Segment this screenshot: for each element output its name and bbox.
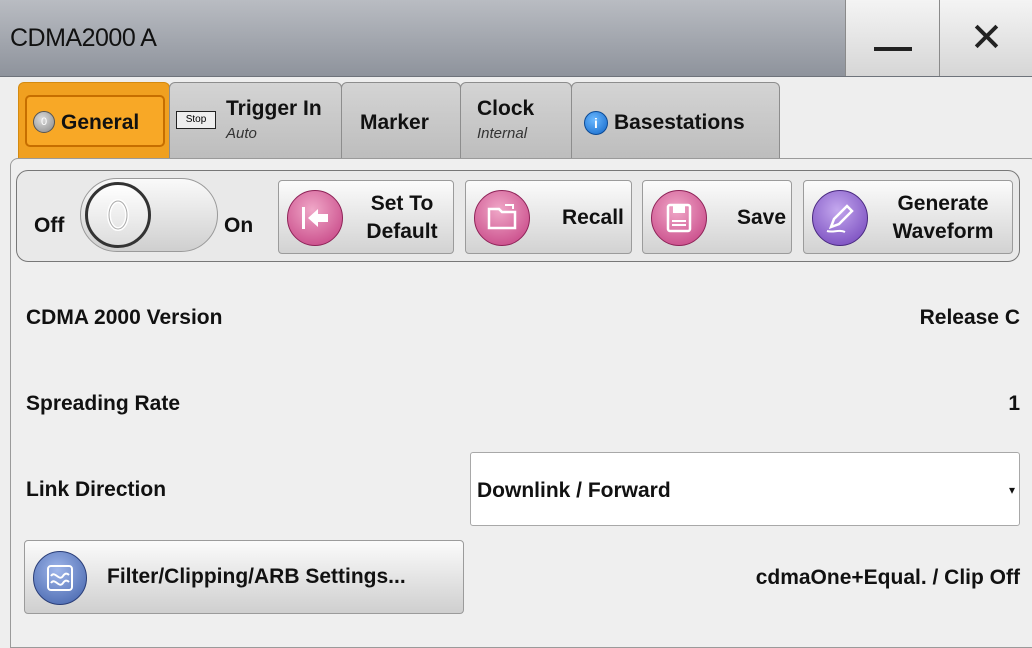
tab-general-label: General (61, 111, 140, 134)
on-label: On (224, 214, 254, 237)
filter-clipping-arb-button[interactable]: Filter/Clipping/ARB Settings... (24, 540, 464, 614)
recall-label: Recall (562, 206, 624, 229)
tab-trigger-in-label: Trigger In (226, 97, 322, 120)
recall-button[interactable]: Recall (465, 180, 632, 254)
save-label: Save (737, 206, 787, 229)
dropdown-arrow-icon: ▾ (1008, 483, 1015, 497)
tab-marker-label: Marker (360, 111, 429, 134)
tab-basestations-label: Basestations (614, 111, 745, 134)
generate-line2: Waveform (892, 220, 994, 243)
tab-clock-sub: Internal (477, 125, 528, 142)
link-direction-select[interactable]: Downlink / Forward ▾ (470, 452, 1020, 526)
status-off-icon: 0 (33, 111, 55, 133)
set-default-icon-bg (287, 190, 343, 246)
close-icon: ✕ (969, 16, 1004, 60)
spreading-rate-label: Spreading Rate (26, 392, 181, 415)
tab-clock-label: Clock (477, 97, 535, 120)
generate-waveform-button[interactable]: Generate Waveform (803, 180, 1013, 254)
pen-icon (826, 204, 854, 233)
filter-icon (47, 565, 73, 591)
filter-summary-value: cdmaOne+Equal. / Clip Off (755, 566, 1020, 589)
tab-trigger-in-sub: Auto (226, 125, 257, 142)
version-label: CDMA 2000 Version (26, 306, 223, 329)
version-value[interactable]: Release C (920, 306, 1020, 330)
state-toggle[interactable] (80, 178, 218, 252)
generate-icon-bg (812, 190, 868, 246)
link-direction-label: Link Direction (26, 478, 167, 501)
set-default-line2: Default (366, 220, 438, 243)
stop-icon: Stop (176, 111, 216, 129)
toggle-knob[interactable] (85, 182, 151, 248)
generate-line1: Generate (897, 192, 989, 215)
set-default-icon (302, 207, 328, 229)
tab-basestations[interactable]: i Basestations (571, 82, 780, 158)
off-label: Off (34, 214, 65, 237)
save-icon-bg (651, 190, 707, 246)
set-to-default-button[interactable]: Set To Default (278, 180, 454, 254)
minimize-icon (873, 47, 912, 51)
off-state-icon (107, 199, 129, 231)
folder-open-icon (487, 204, 517, 230)
set-default-line1: Set To (370, 192, 434, 215)
save-icon (666, 203, 692, 233)
window-title: CDMA2000 A (10, 24, 157, 52)
window-titlebar: CDMA2000 A ✕ (0, 0, 1032, 77)
tab-marker[interactable]: Marker (341, 82, 461, 158)
filter-icon-bg (33, 551, 87, 605)
tab-general[interactable]: 0 General (18, 82, 170, 158)
link-direction-value: Downlink / Forward (477, 479, 671, 502)
tab-clock[interactable]: Clock Internal (460, 82, 572, 158)
minimize-button[interactable] (845, 0, 939, 76)
tab-trigger-in[interactable]: Stop Trigger In Auto (169, 82, 342, 158)
save-button[interactable]: Save (642, 180, 792, 254)
close-button[interactable]: ✕ (939, 0, 1032, 76)
filter-button-label: Filter/Clipping/ARB Settings... (107, 565, 406, 588)
info-icon: i (584, 111, 608, 135)
recall-icon-bg (474, 190, 530, 246)
spreading-rate-value[interactable]: 1 (1008, 392, 1020, 416)
